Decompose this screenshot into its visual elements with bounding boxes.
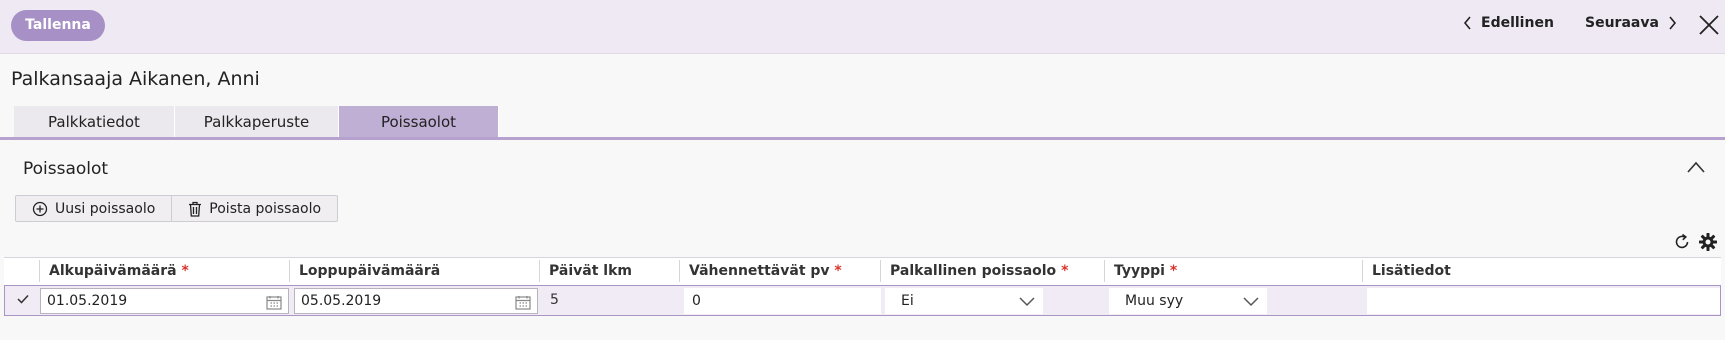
- paid-absence-value: Ei: [901, 293, 914, 309]
- tab-palkkatiedot[interactable]: Palkkatiedot: [14, 106, 175, 138]
- save-button[interactable]: Tallenna: [11, 10, 105, 41]
- column-header-end-date[interactable]: Loppupäivämäärä: [299, 263, 440, 279]
- page-title: Palkansaaja Aikanen, Anni: [11, 68, 260, 90]
- chevron-down-icon: [1243, 297, 1259, 307]
- refresh-icon[interactable]: [1673, 233, 1691, 251]
- column-separator: [679, 260, 680, 282]
- calendar-icon[interactable]: [515, 295, 531, 310]
- column-separator: [289, 260, 290, 282]
- type-value: Muu syy: [1125, 293, 1184, 309]
- start-date-field[interactable]: 01.05.2019: [40, 288, 289, 314]
- deductible-days-value: 0: [692, 293, 701, 309]
- deductible-days-field[interactable]: 0: [684, 288, 881, 314]
- column-header-start-date[interactable]: Alkupäivämäärä *: [49, 263, 189, 279]
- column-separator: [880, 260, 881, 282]
- check-icon: [17, 294, 29, 304]
- column-header-paid-absence[interactable]: Palkallinen poissaolo *: [890, 263, 1068, 279]
- column-header-days[interactable]: Päivät lkm: [549, 263, 632, 279]
- close-icon[interactable]: [1698, 14, 1720, 36]
- notes-field[interactable]: [1367, 288, 1720, 314]
- table-row[interactable]: 01.05.2019 05.05.2019 5 0 Ei Muu syy: [4, 285, 1721, 316]
- grid-header: Alkupäivämäärä * Loppupäivämäärä Päivät …: [4, 257, 1721, 285]
- trash-icon: [189, 201, 202, 217]
- plus-circle-icon: [32, 201, 48, 216]
- previous-label: Edellinen: [1481, 15, 1554, 31]
- next-label: Seuraava: [1585, 15, 1659, 31]
- column-separator: [1362, 260, 1363, 282]
- calendar-icon[interactable]: [266, 295, 282, 310]
- paid-absence-select[interactable]: Ei: [885, 288, 1043, 314]
- gear-icon[interactable]: [1698, 232, 1718, 252]
- tab-poissaolot[interactable]: Poissaolot: [339, 106, 499, 138]
- chevron-up-icon[interactable]: [1686, 160, 1706, 174]
- tab-palkkaperuste[interactable]: Palkkaperuste: [175, 106, 339, 138]
- column-separator: [39, 260, 40, 282]
- top-toolbar: Tallenna Edellinen Seuraava: [0, 0, 1725, 54]
- new-absence-button[interactable]: Uusi poissaolo: [16, 196, 171, 221]
- type-select[interactable]: Muu syy: [1109, 288, 1267, 314]
- days-count-value: 5: [550, 292, 559, 308]
- delete-absence-label: Poista poissaolo: [209, 200, 322, 217]
- chevron-right-icon: [1669, 16, 1676, 30]
- column-header-type[interactable]: Tyyppi *: [1114, 263, 1177, 279]
- tab-bar: Palkkatiedot Palkkaperuste Poissaolot: [14, 106, 499, 138]
- previous-button[interactable]: Edellinen: [1463, 15, 1554, 31]
- end-date-field[interactable]: 05.05.2019: [294, 288, 538, 314]
- section-title: Poissaolot: [23, 159, 109, 179]
- chevron-down-icon: [1019, 297, 1035, 307]
- column-separator: [539, 260, 540, 282]
- new-absence-label: Uusi poissaolo: [55, 200, 156, 217]
- end-date-value: 05.05.2019: [301, 293, 382, 309]
- next-button[interactable]: Seuraava: [1585, 15, 1677, 31]
- start-date-value: 01.05.2019: [47, 293, 128, 309]
- delete-absence-button[interactable]: Poista poissaolo: [171, 196, 337, 221]
- column-header-deductible-days[interactable]: Vähennettävät pv *: [689, 263, 842, 279]
- column-header-notes[interactable]: Lisätiedot: [1372, 263, 1451, 279]
- tab-underline: [0, 137, 1725, 140]
- column-separator: [1104, 260, 1105, 282]
- chevron-left-icon: [1463, 16, 1471, 30]
- absence-actions: Uusi poissaolo Poista poissaolo: [15, 195, 339, 222]
